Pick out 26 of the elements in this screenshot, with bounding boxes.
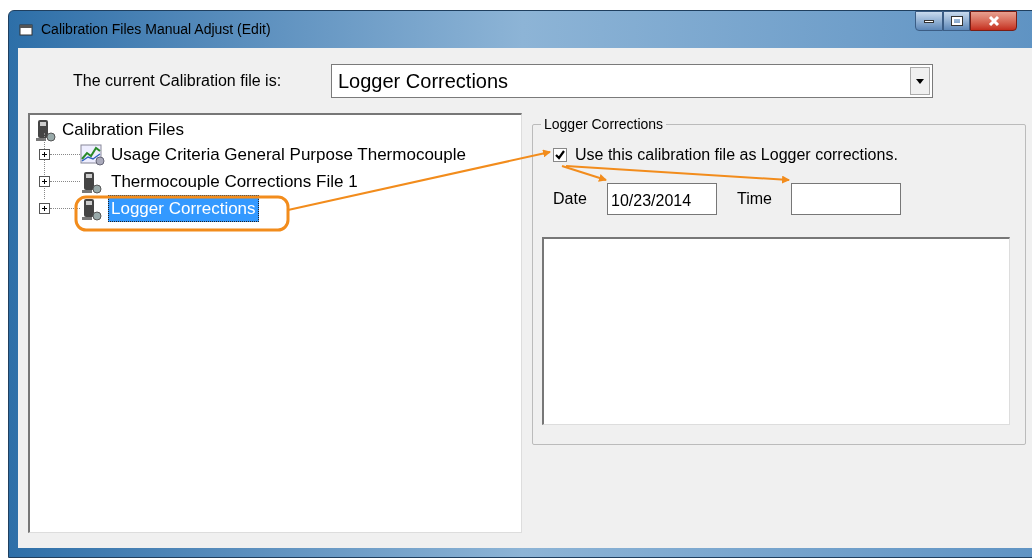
maximize-button[interactable] xyxy=(943,11,970,31)
current-file-label: The current Calibration file is: xyxy=(73,71,283,91)
logger-icon xyxy=(34,118,58,142)
date-label: Date xyxy=(553,189,588,209)
logger-icon xyxy=(80,169,104,194)
current-file-dropdown[interactable]: Logger Corrections xyxy=(331,64,933,98)
time-field[interactable] xyxy=(791,183,901,215)
time-label: Time xyxy=(737,189,773,209)
expand-toggle-icon[interactable] xyxy=(39,176,50,187)
expand-toggle-icon[interactable] xyxy=(39,149,50,160)
checkbox-label: Use this calibration file as Logger corrections. xyxy=(575,147,898,163)
chart-icon xyxy=(80,142,106,167)
group-title: Logger Corrections xyxy=(541,116,667,132)
date-field[interactable]: 10/23/2014 xyxy=(607,183,717,215)
minimize-button[interactable] xyxy=(915,11,943,31)
checkbox[interactable] xyxy=(553,148,567,162)
window-title: Calibration Files Manual Adjust (Edit) xyxy=(41,20,271,39)
current-file-value: Logger Corrections xyxy=(337,69,510,94)
close-icon xyxy=(987,16,1000,26)
tree-item[interactable]: Calibration Files xyxy=(62,117,184,143)
tree-item[interactable]: Thermocouple Corrections File 1 xyxy=(108,167,361,196)
window-icon xyxy=(19,22,33,37)
logger-icon xyxy=(80,196,104,221)
close-button[interactable] xyxy=(970,11,1017,31)
expand-toggle-icon[interactable] xyxy=(39,203,50,214)
tree-item[interactable]: Usage Criteria General Purpose Thermocouple xyxy=(108,140,469,169)
